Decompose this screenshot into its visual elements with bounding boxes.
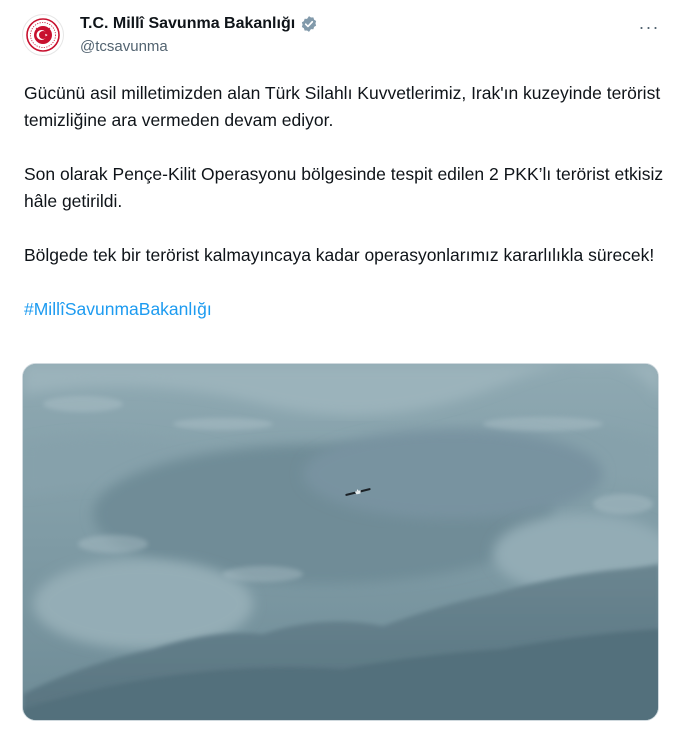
name-row: T.C. Millî Savunma Bakanlığı <box>80 13 667 35</box>
more-icon: ··· <box>638 16 660 37</box>
handle[interactable]: @tcsavunma <box>80 38 667 55</box>
display-name[interactable]: T.C. Millî Savunma Bakanlığı <box>80 15 295 33</box>
msb-emblem-icon <box>26 18 60 52</box>
hashtag-link[interactable]: #MillîSavunmaBakanlığı <box>24 296 664 323</box>
tweet-media-image[interactable] <box>22 363 659 721</box>
more-options-button[interactable]: ··· <box>635 13 663 41</box>
verified-badge-icon[interactable] <box>300 15 318 33</box>
tweet-paragraph-2: Son olarak Pençe-Kilit Operasyonu bölges… <box>24 164 664 211</box>
tweet-paragraph-1: Gücünü asil milletimizden alan Türk Sila… <box>24 83 661 130</box>
avatar[interactable] <box>22 14 64 56</box>
tweet-header: T.C. Millî Savunma Bakanlığı @tcsavunma … <box>80 13 667 57</box>
aerial-mountain-photo <box>23 364 658 720</box>
tweet-text: Gücünü asil milletimizden alan Türk Sila… <box>24 80 664 323</box>
tweet-paragraph-3: Bölgede tek bir terörist kalmayıncaya ka… <box>24 245 655 265</box>
tweet-card: T.C. Millî Savunma Bakanlığı @tcsavunma … <box>0 0 687 734</box>
